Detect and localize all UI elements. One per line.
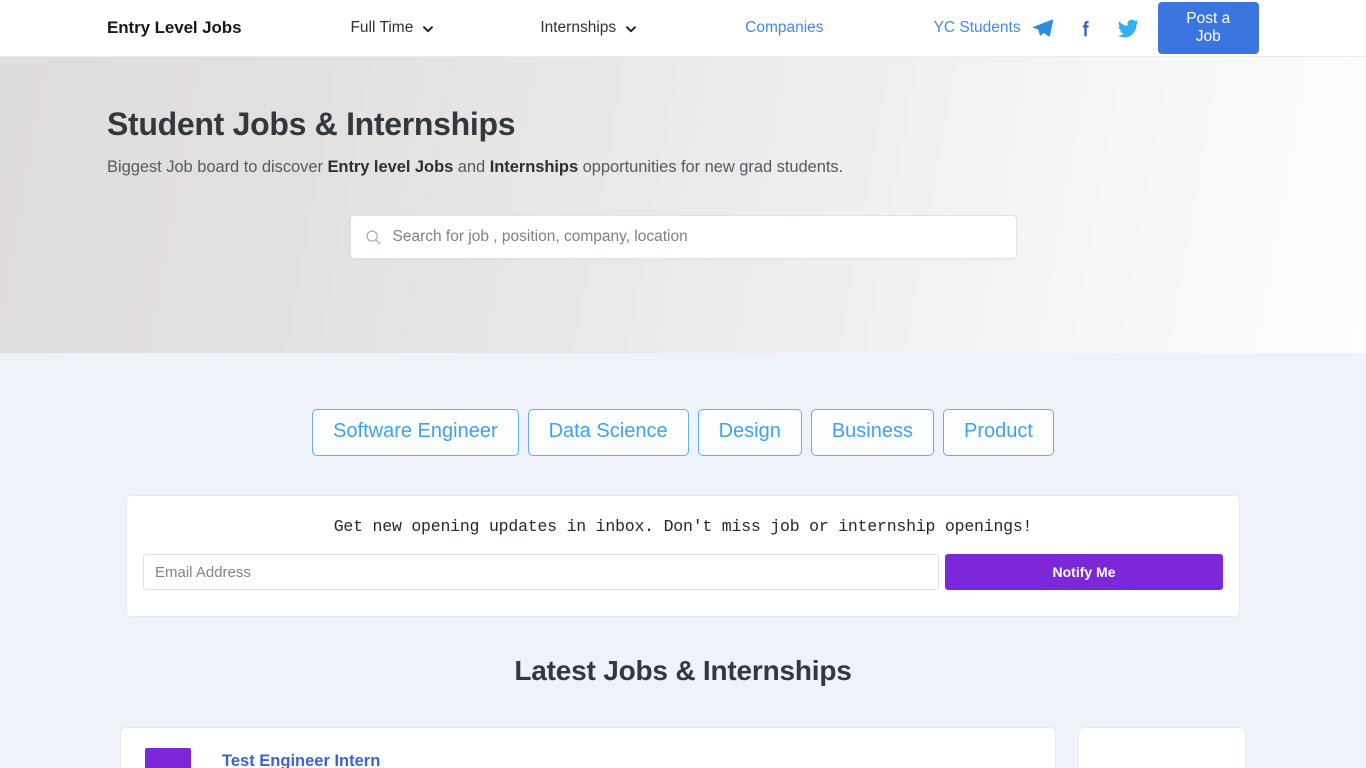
newsletter-form: Notify Me: [143, 554, 1223, 590]
page-title: Student Jobs & Internships: [107, 106, 516, 142]
search-input[interactable]: [392, 228, 1002, 246]
nav-dropdown-internships[interactable]: Internships: [540, 19, 637, 37]
nav-link-yc-students[interactable]: YC Students: [934, 19, 1021, 37]
hero-subtitle-bold-2: Internships: [489, 158, 579, 176]
category-pill-business[interactable]: Business: [810, 409, 934, 456]
hero-section: Student Jobs & Internships Biggest Job b…: [0, 57, 1366, 353]
nav-dropdown-full-time[interactable]: Full Time: [350, 19, 434, 37]
nav-links-group: Full Time Internships Companies YC Stude…: [241, 19, 1020, 37]
category-pill-design[interactable]: Design: [697, 409, 802, 456]
facebook-icon[interactable]: [1064, 18, 1107, 39]
latest-jobs-list: Test Engineer Intern: [0, 727, 1366, 768]
sidebar-promo-card[interactable]: [1078, 727, 1246, 768]
nav-link-companies[interactable]: Companies: [745, 19, 823, 37]
hero-subtitle: Biggest Job board to discover Entry leve…: [107, 158, 1259, 177]
post-a-job-button[interactable]: Post a Job: [1157, 1, 1260, 55]
category-pill-data-science[interactable]: Data Science: [527, 409, 689, 456]
email-field[interactable]: [143, 554, 939, 590]
chevron-down-icon: [422, 23, 434, 35]
category-pill-group: Software Engineer Data Science Design Bu…: [0, 353, 1366, 456]
category-pill-product[interactable]: Product: [943, 409, 1054, 456]
newsletter-signup-card: Get new opening updates in inbox. Don't …: [126, 495, 1240, 617]
job-card[interactable]: Test Engineer Intern: [120, 727, 1056, 768]
latest-jobs-heading: Latest Jobs & Internships: [514, 655, 852, 686]
chevron-down-icon: [625, 23, 637, 35]
category-pill-software-engineer[interactable]: Software Engineer: [312, 409, 519, 456]
job-title-link[interactable]: Test Engineer Intern: [222, 748, 380, 768]
telegram-icon[interactable]: [1021, 18, 1064, 39]
nav-dropdown-full-time-label: Full Time: [350, 19, 414, 36]
nav-dropdown-internships-label: Internships: [540, 19, 617, 36]
twitter-icon[interactable]: [1107, 17, 1150, 39]
nav-right-group: Post a Job: [1021, 1, 1260, 55]
hero-subtitle-text-3: opportunities for new grad students.: [578, 158, 844, 176]
top-navigation-bar: Entry Level Jobs Full Time Internships C…: [0, 0, 1366, 57]
search-area: [107, 215, 1259, 259]
notify-me-button[interactable]: Notify Me: [945, 554, 1223, 590]
hero-subtitle-text-1: Biggest Job board to discover: [107, 158, 328, 176]
hero-subtitle-bold-1: Entry level Jobs: [327, 158, 454, 176]
company-logo: [145, 748, 191, 768]
newsletter-headline: Get new opening updates in inbox. Don't …: [333, 517, 1033, 536]
hero-subtitle-text-2: and: [453, 158, 490, 176]
site-brand-logo[interactable]: Entry Level Jobs: [107, 18, 242, 38]
search-icon: [365, 229, 382, 246]
search-box[interactable]: [349, 215, 1017, 259]
